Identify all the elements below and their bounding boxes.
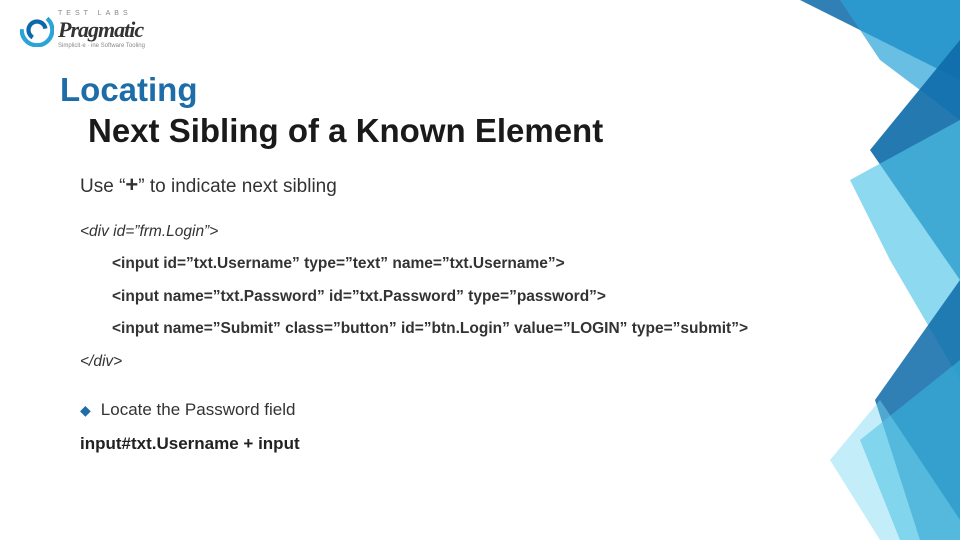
code-line-1: <input id=”txt.Username” type=”text” nam…: [112, 248, 920, 281]
subtitle-pre: Use “: [80, 176, 125, 197]
logo-top-text: TEST LABS: [58, 10, 145, 17]
logo: TEST LABS Pragmatic Simplicit·e · ine So…: [20, 10, 920, 49]
bullet-item: ◆ Locate the Password field: [80, 400, 920, 420]
bullet-diamond-icon: ◆: [80, 402, 91, 419]
logo-subtitle: Simplicit·e · ine Software Tooling: [58, 43, 145, 49]
code-line-3: <input name=”Submit” class=”button” id=”…: [112, 313, 920, 346]
code-example: <div id=”frm.Login”> <input id=”txt.User…: [80, 216, 920, 379]
css-selector: input#txt.Username + input: [80, 434, 920, 454]
code-open: <div id=”frm.Login”>: [80, 216, 920, 249]
title-line2: Next Sibling of a Known Element: [88, 110, 920, 151]
code-line-2: <input name=”txt.Password” id=”txt.Passw…: [112, 281, 920, 314]
code-close: </div>: [80, 346, 920, 379]
title-line1: Locating: [60, 69, 920, 110]
bullet-section: ◆ Locate the Password field input#txt.Us…: [80, 400, 920, 454]
logo-mark-icon: [20, 13, 54, 47]
subtitle-post: ” to indicate next sibling: [138, 176, 337, 197]
slide-title: Locating Next Sibling of a Known Element: [60, 69, 920, 152]
bullet-text: Locate the Password field: [101, 400, 296, 420]
logo-main-text: Pragmatic: [58, 19, 145, 41]
subtitle: Use “+” to indicate next sibling: [80, 172, 920, 198]
subtitle-plus: +: [125, 172, 138, 197]
